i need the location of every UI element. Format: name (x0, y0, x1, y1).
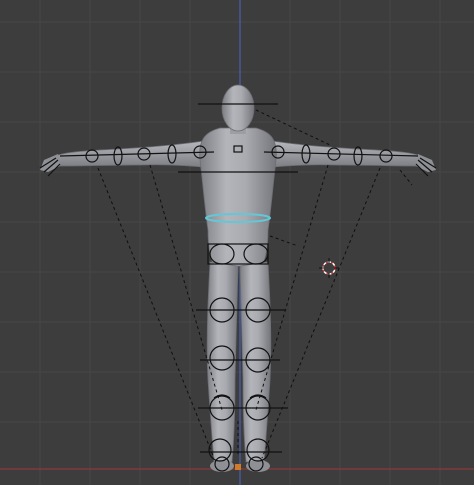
left-foot-mesh (210, 460, 234, 472)
root-control[interactable] (235, 464, 241, 470)
head-mesh (221, 84, 255, 132)
left-hand-mesh (40, 154, 60, 172)
torso-mesh (199, 127, 277, 267)
humanoid-mesh[interactable] (40, 84, 436, 472)
right-leg-mesh (239, 261, 272, 463)
right-hand-mesh (416, 154, 436, 172)
viewport-canvas[interactable] (0, 0, 474, 485)
3d-viewport[interactable] (0, 0, 474, 485)
